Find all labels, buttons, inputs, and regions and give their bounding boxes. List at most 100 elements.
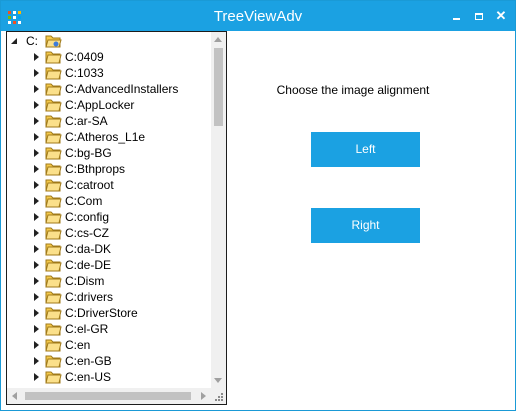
tree-root-label: C:: [26, 34, 38, 48]
tree-node[interactable]: C:ar-SA: [7, 113, 211, 129]
scroll-up-arrow-icon[interactable]: [214, 37, 222, 42]
tree-node-label: C:da-DK: [65, 242, 112, 256]
expand-arrow-icon[interactable]: [34, 309, 39, 317]
tree-node[interactable]: C:da-DK: [7, 241, 211, 257]
expand-arrow-icon[interactable]: [34, 53, 39, 61]
tree-node[interactable]: C:1033: [7, 65, 211, 81]
expand-arrow-icon[interactable]: [34, 357, 39, 365]
expand-arrow-icon[interactable]: [34, 197, 39, 205]
tree-node-label: C:ar-SA: [65, 114, 108, 128]
align-left-button[interactable]: Left: [311, 132, 420, 167]
folder-icon: [45, 179, 62, 192]
window-title: TreeViewAdv: [213, 8, 303, 25]
tree-node[interactable]: C:Bthprops: [7, 161, 211, 177]
expand-arrow-icon[interactable]: [34, 165, 39, 173]
tree-node[interactable]: C:drivers: [7, 289, 211, 305]
folder-icon: [45, 131, 62, 144]
horizontal-scroll-thumb[interactable]: [25, 392, 191, 400]
tree-node[interactable]: C:Dism: [7, 273, 211, 289]
resize-grip-icon[interactable]: [211, 388, 226, 404]
align-right-button[interactable]: Right: [311, 208, 420, 243]
close-icon: ✕: [495, 8, 507, 23]
tree-node[interactable]: C:catroot: [7, 177, 211, 193]
tree-node-label: C:drivers: [65, 290, 114, 304]
expand-arrow-icon[interactable]: [34, 245, 39, 253]
maximize-icon: [475, 13, 483, 20]
maximize-button[interactable]: [469, 7, 489, 25]
folder-icon: [45, 51, 62, 64]
tree-node[interactable]: C:0409: [7, 49, 211, 65]
tree-node-label: C:1033: [65, 66, 104, 80]
expand-arrow-icon[interactable]: [34, 149, 39, 157]
expand-arrow-icon[interactable]: [34, 213, 39, 221]
tree-node[interactable]: C:cs-CZ: [7, 225, 211, 241]
vertical-scroll-thumb[interactable]: [214, 48, 223, 126]
tree-node[interactable]: C:en-GB: [7, 353, 211, 369]
tree-node[interactable]: C:el-GR: [7, 321, 211, 337]
tree-root-node[interactable]: C:: [7, 33, 211, 49]
folder-icon: [45, 291, 62, 304]
tree-node[interactable]: C:AdvancedInstallers: [7, 81, 211, 97]
expand-arrow-icon[interactable]: [34, 85, 39, 93]
scroll-left-arrow-icon[interactable]: [12, 392, 17, 400]
tree-node-label: C:Atheros_L1e: [65, 130, 146, 144]
tree-node-label: C:0409: [65, 50, 104, 64]
tree-view[interactable]: C: C:0409 C:1033 C:AdvancedInstallers C:App…: [6, 31, 227, 405]
expand-arrow-icon[interactable]: [34, 101, 39, 109]
expand-arrow-icon[interactable]: [34, 229, 39, 237]
tree-node-label: C:de-DE: [65, 258, 112, 272]
tree-node-label: C:cs-CZ: [65, 226, 109, 240]
tree-node-label: C:Com: [65, 194, 103, 208]
tree-node[interactable]: C:de-DE: [7, 257, 211, 273]
expand-arrow-icon[interactable]: [34, 117, 39, 125]
close-button[interactable]: ✕: [491, 7, 511, 25]
scroll-down-arrow-icon[interactable]: [214, 378, 222, 383]
tree-node-label: C:en-US: [65, 370, 112, 384]
tree-node[interactable]: C:Com: [7, 193, 211, 209]
folder-icon: [45, 307, 62, 320]
folder-icon: [45, 163, 62, 176]
tree-node[interactable]: C:Atheros_L1e: [7, 129, 211, 145]
collapse-arrow-icon[interactable]: [11, 38, 17, 44]
folder-icon: [45, 195, 62, 208]
tree-rows: C: C:0409 C:1033 C:AdvancedInstallers C:App…: [7, 32, 211, 388]
folder-icon: [45, 259, 62, 272]
expand-arrow-icon[interactable]: [34, 133, 39, 141]
folder-icon: [45, 83, 62, 96]
expand-arrow-icon[interactable]: [34, 69, 39, 77]
tree-node[interactable]: C:bg-BG: [7, 145, 211, 161]
title-bar[interactable]: TreeViewAdv ✕: [1, 1, 515, 31]
expand-arrow-icon[interactable]: [34, 373, 39, 381]
folder-icon: [45, 339, 62, 352]
expand-arrow-icon[interactable]: [34, 325, 39, 333]
expand-arrow-icon[interactable]: [34, 341, 39, 349]
tree-node[interactable]: C:AppLocker: [7, 97, 211, 113]
tree-node-label: C:el-GR: [65, 322, 109, 336]
folder-icon: [45, 275, 62, 288]
expand-arrow-icon[interactable]: [34, 277, 39, 285]
vertical-scrollbar[interactable]: [211, 32, 226, 388]
folder-icon: [45, 211, 62, 224]
expand-arrow-icon[interactable]: [34, 261, 39, 269]
folder-icon: [45, 323, 62, 336]
tree-node-label: C:en: [65, 338, 91, 352]
app-window: TreeViewAdv ✕ C: C:0409 C:1033 C:AdvancedI…: [0, 0, 516, 411]
tree-node-label: C:AdvancedInstallers: [65, 82, 179, 96]
expand-arrow-icon[interactable]: [34, 293, 39, 301]
tree-node[interactable]: C:config: [7, 209, 211, 225]
tree-node[interactable]: C:DriverStore: [7, 305, 211, 321]
minimize-button[interactable]: [447, 7, 467, 25]
folder-icon: [45, 115, 62, 128]
tree-node-label: C:config: [65, 210, 110, 224]
folder-icon: [45, 147, 62, 160]
expand-arrow-icon[interactable]: [34, 181, 39, 189]
tree-node[interactable]: C:en-US: [7, 369, 211, 385]
tree-node-label: C:catroot: [65, 178, 114, 192]
minimize-icon: [453, 18, 460, 20]
tree-node-label: C:AppLocker: [65, 98, 135, 112]
folder-icon: [45, 227, 62, 240]
scroll-right-arrow-icon[interactable]: [201, 392, 206, 400]
tree-node[interactable]: C:en: [7, 337, 211, 353]
horizontal-scrollbar[interactable]: [7, 388, 211, 404]
tree-node-label: C:bg-BG: [65, 146, 112, 160]
